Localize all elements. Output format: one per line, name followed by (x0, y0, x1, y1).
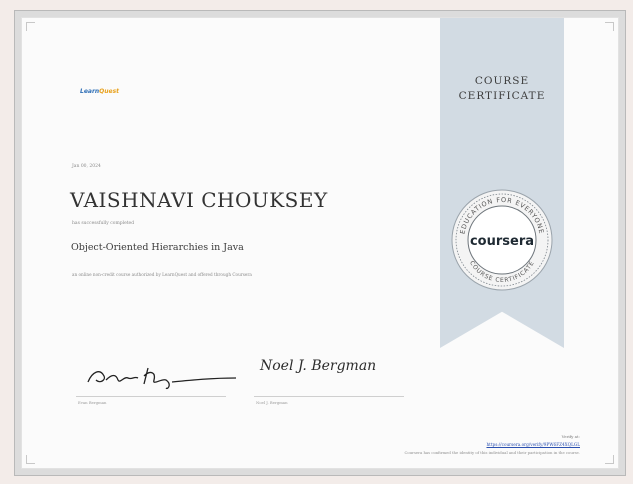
ribbon-title-line1: COURSE (474, 75, 530, 87)
recipient-name: VAISHNAVI CHOUKSEY (70, 188, 328, 212)
certificate-ribbon (440, 18, 564, 348)
course-description: an online non-credit course authorized b… (72, 272, 252, 277)
corner-ornament (26, 455, 35, 464)
signature-1-image (87, 367, 237, 390)
corner-ornament (605, 455, 614, 464)
ribbon-title: COURSE CERTIFICATE (440, 74, 564, 104)
corner-ornament (26, 22, 35, 31)
signature-line (254, 396, 404, 397)
completed-text: has successfully completed (72, 221, 135, 226)
signature-2-caption: Noel J. Bergman (256, 400, 288, 405)
seal-center-text: coursera (470, 234, 534, 249)
course-title: Object-Oriented Hierarchies in Java (71, 242, 244, 253)
verify-note: Coursera has confirmed the identity of t… (404, 450, 580, 455)
logo-part2: Quest (99, 88, 120, 95)
signature-line (76, 396, 226, 397)
logo-part1: Learn (80, 88, 100, 95)
ribbon-title-line2: CERTIFICATE (458, 90, 546, 102)
certificate-date: Jan 00, 2024 (72, 164, 101, 169)
coursera-seal-icon: EDUCATION FOR EVERYONE COURSE CERTIFICAT… (451, 189, 553, 291)
signature-1-caption: Evan Bergman (78, 400, 107, 405)
certificate-frame: COURSE CERTIFICATE EDUCATION FOR EVERYON… (14, 10, 626, 476)
corner-ornament (605, 22, 614, 31)
learnquest-logo: LearnQuest (80, 88, 119, 95)
signature-2: Noel J. Bergman (260, 358, 377, 374)
certificate-paper: COURSE CERTIFICATE EDUCATION FOR EVERYON… (21, 17, 619, 469)
verify-label: Verify at: (561, 434, 580, 439)
verify-link[interactable]: https://coursera.org/verify/9PW6FZ4XQLGL (486, 442, 580, 447)
